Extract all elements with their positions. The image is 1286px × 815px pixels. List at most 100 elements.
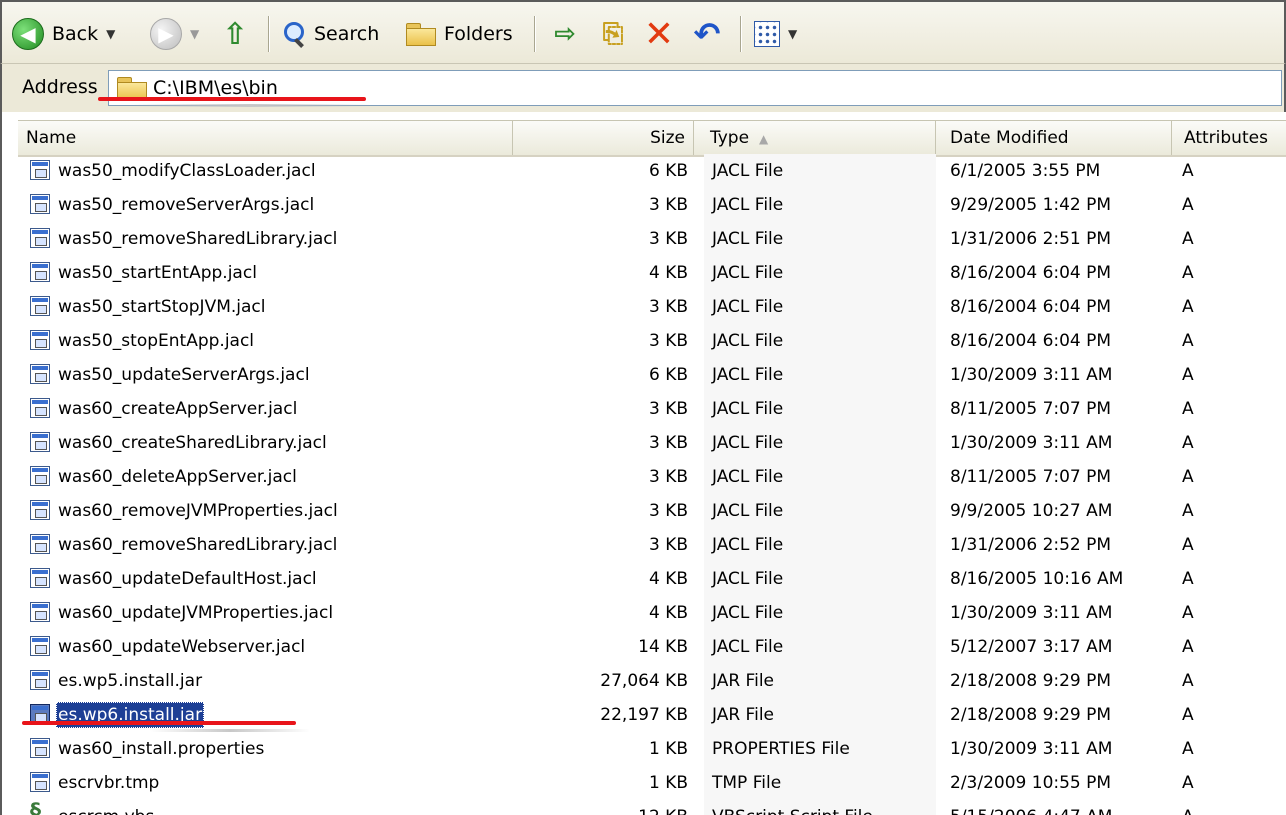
file-row[interactable]: was50_startStopJVM.jacl 3 KB JACL File 8/16… <box>18 290 1286 324</box>
file-type: JACL File <box>712 195 784 215</box>
column-date-modified[interactable]: Date Modified <box>936 121 1172 155</box>
file-row[interactable]: was50_modifyClassLoader.jacl 6 KB JACL Fil… <box>18 154 1286 188</box>
file-name[interactable]: was60_updateDefaultHost.jacl <box>56 562 319 596</box>
file-name[interactable]: es.wp5.install.jar <box>56 664 204 698</box>
delete-icon: ✕ <box>643 13 675 55</box>
file-size: 3 KB <box>648 433 688 453</box>
file-name[interactable]: was60_createAppServer.jacl <box>56 392 299 426</box>
file-name[interactable]: was60_updateJVMProperties.jacl <box>56 596 335 630</box>
file-row[interactable]: was60_updateJVMProperties.jacl 4 KB JACL F… <box>18 596 1286 630</box>
file-row[interactable]: was60_removeJVMProperties.jacl 3 KB JACL F… <box>18 494 1286 528</box>
file-name[interactable]: was60_deleteAppServer.jacl <box>56 460 299 494</box>
folders-icon <box>406 23 436 46</box>
forward-dropdown-icon[interactable]: ▼ <box>190 27 199 41</box>
column-size[interactable]: Size <box>513 121 694 155</box>
file-type: JACL File <box>712 535 784 555</box>
file-name[interactable]: was60_createSharedLibrary.jacl <box>56 426 329 460</box>
views-dropdown-icon[interactable]: ▼ <box>788 27 797 41</box>
file-row[interactable]: was50_updateServerArgs.jacl 6 KB JACL File… <box>18 358 1286 392</box>
file-type: VBScript Script File <box>712 800 873 815</box>
file-name[interactable]: was50_startEntApp.jacl <box>56 256 259 290</box>
toolbar-separator <box>534 16 536 52</box>
move-to-button[interactable]: ⇨ <box>548 12 582 56</box>
file-type: JACL File <box>712 161 784 181</box>
back-button[interactable]: ◀ Back ▼ <box>12 12 115 56</box>
column-type[interactable]: Type ▲ <box>694 121 936 155</box>
file-date-modified: 8/16/2004 6:04 PM <box>950 263 1112 283</box>
file-name[interactable]: was50_updateServerArgs.jacl <box>56 358 312 392</box>
up-folder-button[interactable]: ⇧ <box>218 12 252 56</box>
file-name[interactable]: was60_install.properties <box>56 732 266 766</box>
file-name[interactable]: escrcm.vbs <box>56 800 156 815</box>
jacl-file-icon <box>30 602 50 622</box>
file-row[interactable]: was60_updateDefaultHost.jacl 4 KB JACL Fil… <box>18 562 1286 596</box>
file-attributes: A <box>1182 433 1194 453</box>
file-name[interactable]: was60_removeSharedLibrary.jacl <box>56 528 339 562</box>
jacl-file-icon <box>30 534 50 554</box>
file-size: 1 KB <box>648 773 688 793</box>
file-attributes: A <box>1182 671 1194 691</box>
file-size: 14 KB <box>638 637 688 657</box>
file-attributes: A <box>1182 773 1194 793</box>
file-row[interactable]: was60_install.properties 1 KB PROPERTIES F… <box>18 732 1286 766</box>
move-to-folder-icon: ⇨ <box>554 19 576 49</box>
column-name[interactable]: Name <box>18 121 513 155</box>
file-row[interactable]: es.wp5.install.jar 27,064 KB JAR File 2/18/… <box>18 664 1286 698</box>
file-row[interactable]: escrvbr.tmp 1 KB TMP File 2/3/2009 10:55 PM… <box>18 766 1286 800</box>
jacl-file-icon <box>30 636 50 656</box>
file-date-modified: 8/16/2005 10:16 AM <box>950 569 1124 589</box>
file-row[interactable]: was60_updateWebserver.jacl 14 KB JACL File… <box>18 630 1286 664</box>
folders-button[interactable]: Folders <box>406 12 513 56</box>
back-arrow-icon: ◀ <box>12 18 44 50</box>
undo-button[interactable]: ↶ <box>690 12 724 56</box>
file-row[interactable]: was60_createSharedLibrary.jacl 3 KB JACL F… <box>18 426 1286 460</box>
file-name[interactable]: was60_removeJVMProperties.jacl <box>56 494 340 528</box>
file-attributes: A <box>1182 297 1194 317</box>
file-row[interactable]: was50_removeServerArgs.jacl 3 KB JACL File… <box>18 188 1286 222</box>
window-border <box>0 112 18 815</box>
file-name[interactable]: was50_removeSharedLibrary.jacl <box>56 222 339 256</box>
file-size: 3 KB <box>648 399 688 419</box>
file-name[interactable]: was50_startStopJVM.jacl <box>56 290 267 324</box>
file-size: 3 KB <box>648 535 688 555</box>
forward-button[interactable]: ▶ ▼ <box>150 12 199 56</box>
file-name[interactable]: was60_updateWebserver.jacl <box>56 630 307 664</box>
file-attributes: A <box>1182 705 1194 725</box>
file-size: 27,064 KB <box>600 671 688 691</box>
file-name[interactable]: was50_modifyClassLoader.jacl <box>56 154 318 188</box>
search-button[interactable]: Search <box>282 12 379 56</box>
file-attributes: A <box>1182 603 1194 623</box>
file-row[interactable]: was60_deleteAppServer.jacl 3 KB JACL File 8… <box>18 460 1286 494</box>
file-type: JAR File <box>712 705 775 725</box>
file-date-modified: 9/29/2005 1:42 PM <box>950 195 1112 215</box>
file-type: JACL File <box>712 399 784 419</box>
file-row[interactable]: escrcm.vbs 12 KB VBScript Script File 5/15/… <box>18 800 1286 815</box>
file-size: 3 KB <box>648 331 688 351</box>
file-row[interactable]: was60_removeSharedLibrary.jacl 3 KB JACL F… <box>18 528 1286 562</box>
file-type: JACL File <box>712 365 784 385</box>
copy-to-button[interactable]: ⎘ <box>596 12 630 56</box>
file-type: JACL File <box>712 569 784 589</box>
file-name[interactable]: was50_removeServerArgs.jacl <box>56 188 316 222</box>
column-attributes[interactable]: Attributes <box>1172 121 1286 155</box>
file-type: JACL File <box>712 467 784 487</box>
file-name[interactable]: was50_stopEntApp.jacl <box>56 324 256 358</box>
file-row[interactable]: was60_createAppServer.jacl 3 KB JACL File 8… <box>18 392 1286 426</box>
jacl-file-icon <box>30 568 50 588</box>
delete-button[interactable]: ✕ <box>642 12 676 56</box>
file-attributes: A <box>1182 229 1194 249</box>
file-name[interactable]: escrvbr.tmp <box>56 766 161 800</box>
file-row[interactable]: es.wp6.install.jar 22,197 KB JAR File 2/18/… <box>18 698 1286 732</box>
file-attributes: A <box>1182 399 1194 419</box>
file-row[interactable]: was50_stopEntApp.jacl 3 KB JACL File 8/16/2… <box>18 324 1286 358</box>
file-size: 3 KB <box>648 501 688 521</box>
file-row[interactable]: was50_removeSharedLibrary.jacl 3 KB JACL F… <box>18 222 1286 256</box>
file-attributes: A <box>1182 739 1194 759</box>
file-date-modified: 6/1/2005 3:55 PM <box>950 161 1101 181</box>
annotation-shadow <box>150 729 310 732</box>
file-row[interactable]: was50_startEntApp.jacl 4 KB JACL File 8/16/… <box>18 256 1286 290</box>
file-date-modified: 8/16/2004 6:04 PM <box>950 331 1112 351</box>
back-dropdown-icon[interactable]: ▼ <box>106 27 115 41</box>
views-button[interactable]: ▼ <box>754 12 797 56</box>
file-size: 6 KB <box>648 161 688 181</box>
